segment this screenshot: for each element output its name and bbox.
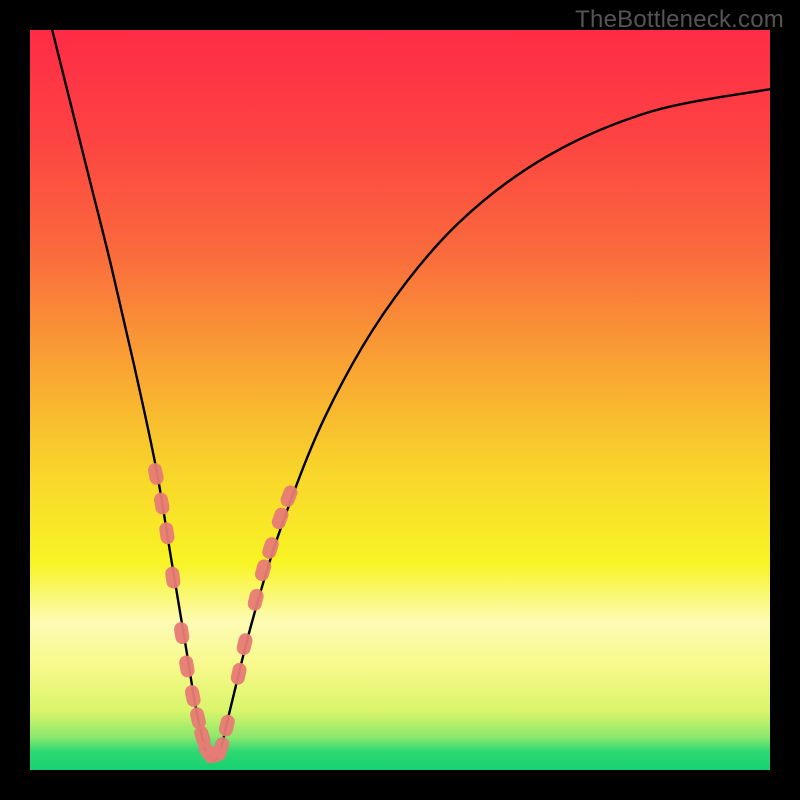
data-point bbox=[147, 462, 165, 486]
data-point bbox=[158, 521, 175, 545]
data-point bbox=[235, 632, 254, 657]
plot-area bbox=[30, 30, 770, 770]
data-point bbox=[153, 492, 171, 516]
data-point bbox=[164, 566, 181, 590]
data-point bbox=[184, 684, 202, 708]
data-point bbox=[229, 662, 247, 686]
curve-layer bbox=[30, 30, 770, 770]
data-point bbox=[246, 587, 265, 612]
data-point bbox=[178, 654, 196, 678]
data-point bbox=[173, 621, 190, 645]
data-points-group bbox=[147, 462, 300, 765]
data-point bbox=[217, 713, 236, 738]
bottleneck-curve bbox=[52, 30, 770, 761]
chart-frame: TheBottleneck.com bbox=[0, 0, 800, 800]
